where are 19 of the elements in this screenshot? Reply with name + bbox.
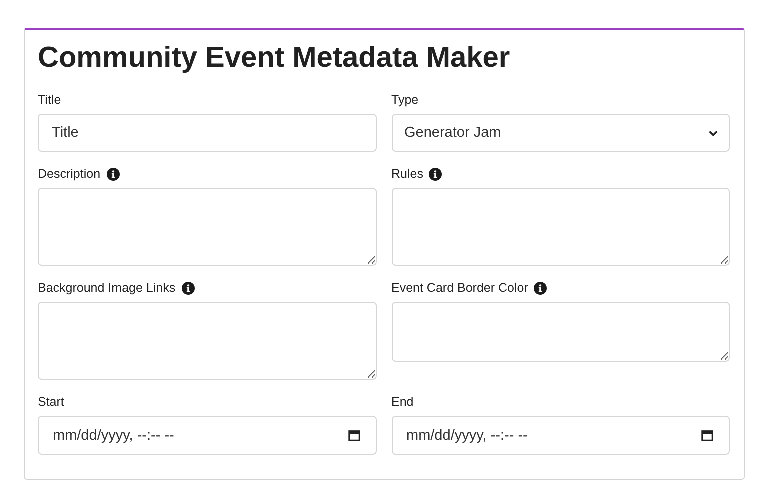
info-icon[interactable] (429, 168, 442, 180)
info-icon[interactable] (534, 282, 548, 294)
field-label: Description (38, 167, 101, 181)
field-label: Start (38, 395, 64, 409)
info-icon[interactable] (106, 168, 120, 180)
select-field[interactable]: Generator Jam (392, 114, 730, 152)
calendar-icon[interactable] (701, 429, 714, 442)
field-label: End (392, 395, 414, 409)
calendar-icon[interactable] (348, 429, 360, 442)
field-label: Event Card Border Color (392, 281, 528, 295)
field-label: Background Image Links (38, 281, 176, 295)
datetime-field[interactable]: mm/dd/yyyy, --:-- -- (38, 416, 376, 455)
field-label: Type (392, 93, 419, 107)
field-label: Rules (392, 167, 424, 181)
text-field[interactable]: Title (38, 114, 376, 152)
datetime-field[interactable]: mm/dd/yyyy, --:-- -- (392, 416, 730, 455)
field-label: Title (38, 93, 62, 107)
page-title: Community Event Metadata Maker (38, 41, 512, 76)
info-icon[interactable] (182, 282, 195, 294)
